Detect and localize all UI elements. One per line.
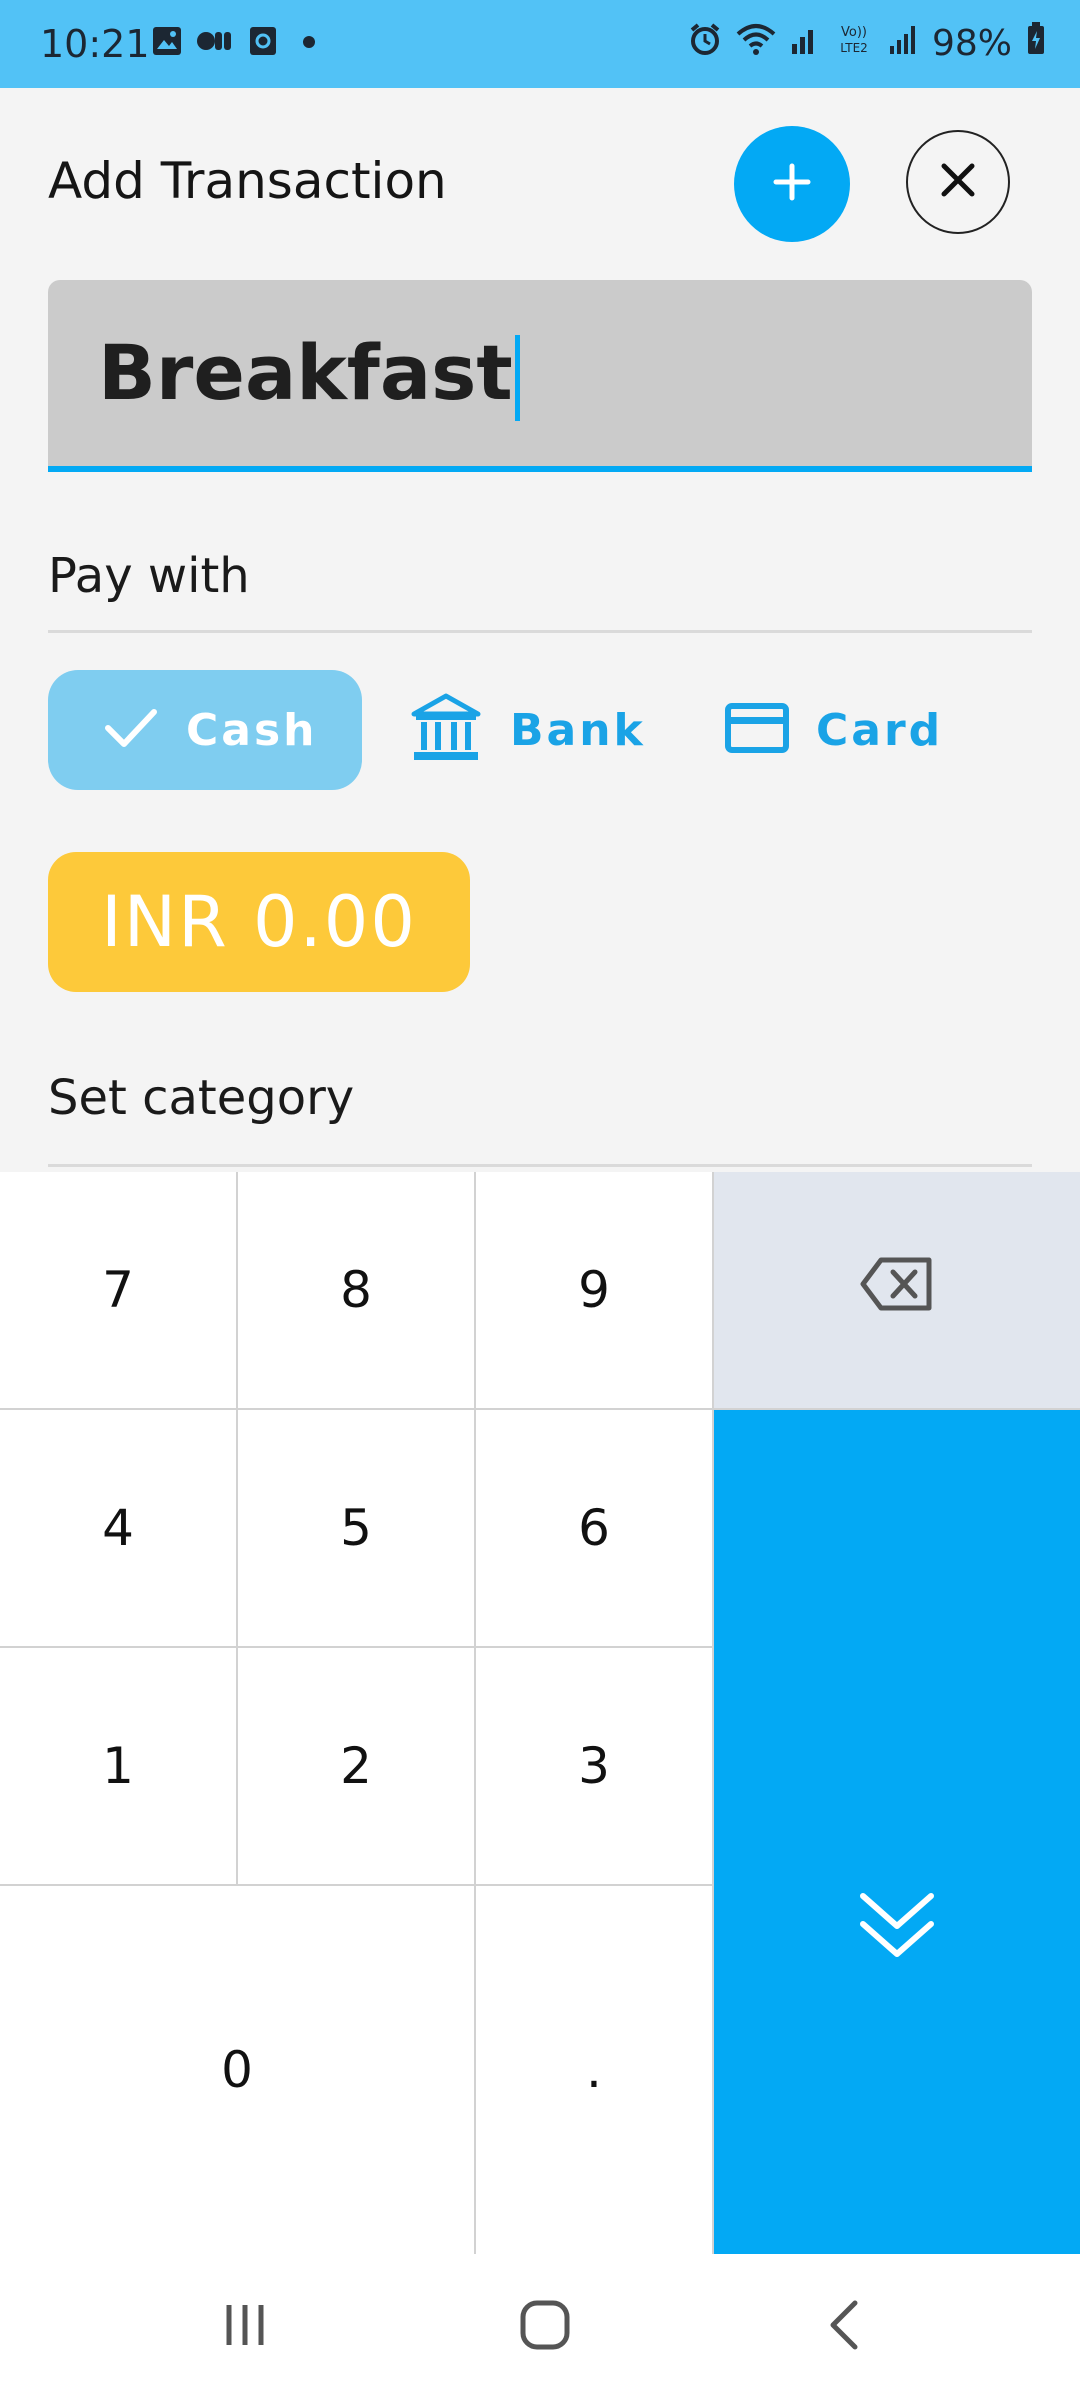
battery-icon: [1026, 22, 1046, 65]
backspace-icon: [859, 1256, 935, 1324]
system-icons: Vo)) LTE2 98%: [688, 22, 1046, 65]
payment-option-card[interactable]: Card: [724, 690, 943, 770]
payment-option-bank[interactable]: Bank: [408, 690, 646, 770]
payment-option-label: Bank: [510, 704, 646, 756]
battery-percent: 98%: [931, 23, 1012, 64]
navigation-bar: [0, 2254, 1080, 2400]
signal-icon: [888, 22, 918, 65]
done-key[interactable]: [714, 1410, 1080, 2254]
transaction-name-input[interactable]: Breakfast: [48, 280, 1032, 472]
volte-icon: Vo)) LTE2: [834, 22, 874, 65]
amount-display[interactable]: INR 0.00: [48, 852, 470, 992]
wifi-icon: [736, 22, 776, 65]
status-bar: 10:21 Vo)) LTE2 98%: [0, 0, 1080, 88]
payment-option-label: Card: [816, 704, 944, 756]
svg-text:Vo)): Vo)): [841, 25, 867, 40]
double-chevron-down-icon: [857, 1888, 937, 1976]
key-decimal[interactable]: .: [476, 1886, 714, 2254]
gallery-icon: [152, 26, 182, 60]
numeric-keypad: 7 8 9 4 5 6 1 2 3 0 .: [0, 1172, 1080, 2254]
key-7[interactable]: 7: [0, 1172, 238, 1410]
dot-icon: [302, 34, 316, 53]
signal-icon: [790, 22, 820, 65]
home-button[interactable]: [480, 2254, 610, 2400]
text-caret: [514, 335, 520, 421]
alarm-icon: [688, 22, 722, 65]
back-button[interactable]: [780, 2254, 910, 2400]
recents-icon: [221, 2301, 269, 2353]
key-5[interactable]: 5: [238, 1410, 476, 1648]
home-icon: [519, 2299, 571, 2355]
status-time: 10:21: [40, 22, 150, 66]
set-category-label[interactable]: Set category: [48, 1070, 354, 1126]
bank-icon: [408, 690, 484, 770]
key-8[interactable]: 8: [238, 1172, 476, 1410]
app-icon: [248, 26, 278, 60]
check-icon: [104, 706, 158, 754]
transaction-name-value: Breakfast: [98, 328, 520, 421]
recents-button[interactable]: [180, 2254, 310, 2400]
key-2[interactable]: 2: [238, 1648, 476, 1886]
card-icon: [724, 700, 790, 760]
page-title: Add Transaction: [48, 152, 447, 210]
plus-icon: [770, 160, 814, 208]
close-icon: [938, 160, 978, 204]
notification-icons: [152, 26, 316, 60]
close-button[interactable]: [906, 130, 1010, 234]
divider: [48, 1164, 1032, 1167]
key-1[interactable]: 1: [0, 1648, 238, 1886]
svg-text:LTE2: LTE2: [840, 41, 868, 55]
pay-with-label: Pay with: [48, 548, 250, 604]
backspace-key[interactable]: [714, 1172, 1080, 1410]
camera-icon: [196, 26, 234, 60]
key-3[interactable]: 3: [476, 1648, 714, 1886]
key-4[interactable]: 4: [0, 1410, 238, 1648]
payment-option-cash[interactable]: Cash: [48, 670, 362, 790]
divider: [48, 630, 1032, 633]
key-0[interactable]: 0: [0, 1886, 476, 2254]
add-button[interactable]: [734, 126, 850, 242]
back-icon: [825, 2299, 865, 2355]
payment-option-label: Cash: [186, 704, 318, 756]
key-6[interactable]: 6: [476, 1410, 714, 1648]
key-9[interactable]: 9: [476, 1172, 714, 1410]
